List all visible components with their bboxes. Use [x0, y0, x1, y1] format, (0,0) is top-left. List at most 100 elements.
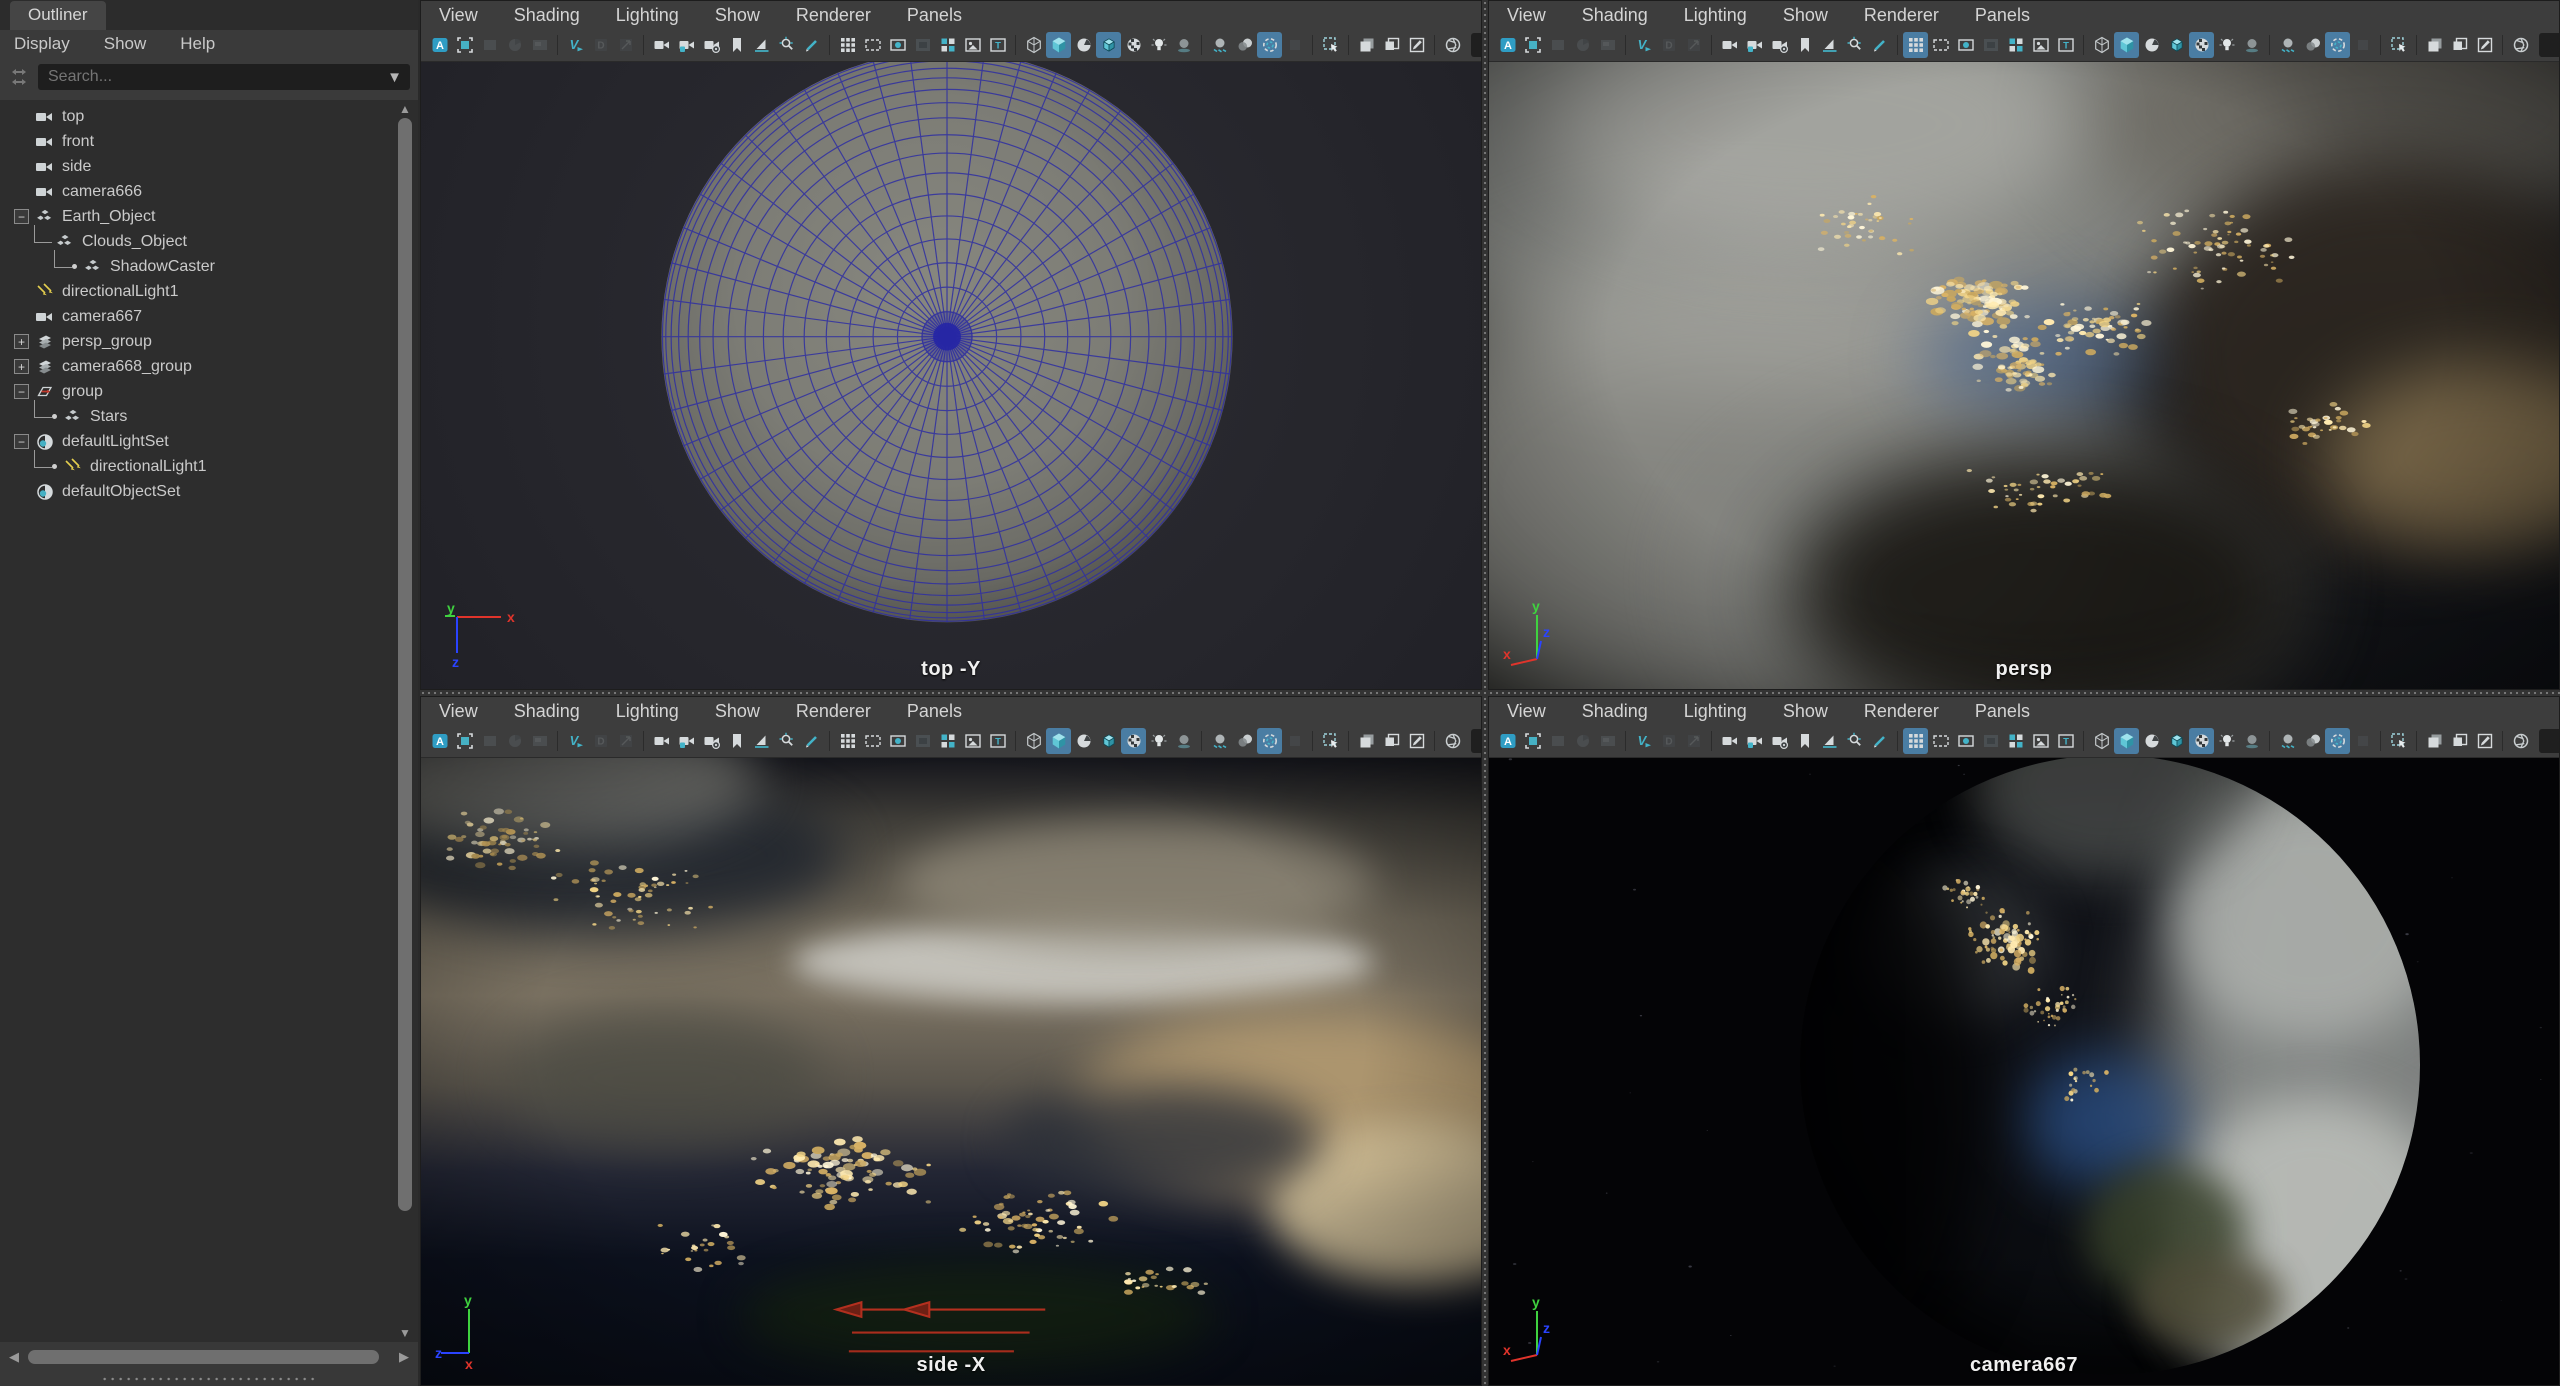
xray-active-icon[interactable]	[2472, 728, 2497, 754]
anti-aliasing-icon[interactable]	[2325, 728, 2350, 754]
tree-item-directionallight1[interactable]: directionalLight1	[0, 279, 392, 304]
dof-off-icon[interactable]	[1282, 728, 1307, 754]
xray-icon[interactable]	[2422, 728, 2447, 754]
anti-aliasing-icon[interactable]	[1257, 32, 1282, 58]
exposure-value-field[interactable]: 0.00	[1471, 729, 1481, 753]
tree-item-persp_group[interactable]: + persp_group	[0, 329, 392, 354]
smooth-shade-icon[interactable]	[2114, 32, 2139, 58]
safe-title-icon[interactable]: T	[985, 728, 1010, 754]
gate-mask-off-icon[interactable]	[502, 728, 527, 754]
dof-off-icon[interactable]	[2350, 728, 2375, 754]
tree-item-defaultlightset[interactable]: − defaultLightSet	[0, 429, 392, 454]
exposure-icon[interactable]	[2508, 728, 2533, 754]
lock-camera-icon[interactable]	[1742, 728, 1767, 754]
grease-pencil-icon[interactable]	[1867, 728, 1892, 754]
tree-item-camera666[interactable]: camera666	[0, 179, 392, 204]
xray-icon[interactable]	[1354, 728, 1379, 754]
lights-icon[interactable]	[1146, 728, 1171, 754]
safe-action-icon[interactable]	[960, 728, 985, 754]
viewport-menu-shading[interactable]: Shading	[514, 701, 580, 722]
expand-icon[interactable]: +	[14, 334, 29, 349]
viewport-menu-shading[interactable]: Shading	[1582, 5, 1648, 26]
viewport-menu-show[interactable]: Show	[715, 701, 760, 722]
viewport-menu-renderer[interactable]: Renderer	[796, 5, 871, 26]
dof-off-icon[interactable]	[2350, 32, 2375, 58]
viewport-canvas-persp[interactable]: y x z persp	[1489, 62, 2559, 689]
exposure-value-field[interactable]: 0.00	[2539, 729, 2559, 753]
motion-blur-icon[interactable]	[2300, 32, 2325, 58]
image-plane-icon[interactable]	[749, 32, 774, 58]
horizontal-scroll-thumb[interactable]	[28, 1350, 380, 1364]
panel-resize-grip[interactable]	[0, 1372, 418, 1386]
viewport-menu-view[interactable]: View	[1507, 5, 1546, 26]
search-field[interactable]: ▼	[38, 64, 410, 90]
motion-blur-icon[interactable]	[1232, 728, 1257, 754]
tree-item-side[interactable]: side	[0, 154, 392, 179]
wireframe-on-shaded-icon[interactable]	[2164, 728, 2189, 754]
dof-off-icon[interactable]	[1282, 32, 1307, 58]
select-camera-icon[interactable]	[649, 728, 674, 754]
viewport-menu-shading[interactable]: Shading	[1582, 701, 1648, 722]
viewport-canvas-side[interactable]: y z x side -X	[421, 758, 1481, 1385]
gate-mask2-icon[interactable]	[1978, 728, 2003, 754]
letter-d-off-icon[interactable]: D	[1656, 728, 1681, 754]
outliner-tab[interactable]: Outliner	[10, 1, 106, 30]
viewport-menu-panels[interactable]: Panels	[1975, 701, 2030, 722]
field-chart2-icon[interactable]	[2003, 728, 2028, 754]
grid-icon[interactable]	[835, 32, 860, 58]
film-gate-icon[interactable]	[1520, 728, 1545, 754]
gate-mask2-icon[interactable]	[910, 32, 935, 58]
outliner-menu-show[interactable]: Show	[104, 34, 147, 54]
ssao-icon[interactable]	[1207, 32, 1232, 58]
viewport-menu-lighting[interactable]: Lighting	[1684, 5, 1747, 26]
exposure-value-field[interactable]: 0.00	[2539, 33, 2559, 57]
bookmark-icon[interactable]	[724, 32, 749, 58]
image-plane-icon[interactable]	[749, 728, 774, 754]
shadows-icon[interactable]	[1171, 32, 1196, 58]
anti-aliasing-icon[interactable]	[2325, 32, 2350, 58]
motion-blur-icon[interactable]	[2300, 728, 2325, 754]
letter-a-icon[interactable]: A	[1495, 728, 1520, 754]
collapse-icon[interactable]: −	[14, 434, 29, 449]
viewport-menu-lighting[interactable]: Lighting	[616, 5, 679, 26]
outliner-horizontal-scrollbar[interactable]: ◀ ▶	[0, 1342, 418, 1372]
viewport-menu-renderer[interactable]: Renderer	[796, 701, 871, 722]
viewport-menu-view[interactable]: View	[1507, 701, 1546, 722]
safe-action-icon[interactable]	[960, 32, 985, 58]
viewport-canvas-camera667[interactable]: y x z camera667	[1489, 758, 2559, 1385]
textured-icon[interactable]	[1121, 728, 1146, 754]
gate-mask2-icon[interactable]	[910, 728, 935, 754]
ssao-icon[interactable]	[2275, 728, 2300, 754]
isolate-select-icon[interactable]	[1318, 728, 1343, 754]
safe-action-icon[interactable]	[2028, 728, 2053, 754]
wireframe-on-shaded-icon[interactable]	[1096, 32, 1121, 58]
wire-cube-icon[interactable]	[1021, 32, 1046, 58]
res-gate2-icon[interactable]	[885, 728, 910, 754]
safe-action-icon[interactable]	[2028, 32, 2053, 58]
gate-mask2-icon[interactable]	[1978, 32, 2003, 58]
isolate-select-icon[interactable]	[2386, 32, 2411, 58]
tree-item-camera667[interactable]: camera667	[0, 304, 392, 329]
filter-icon[interactable]	[6, 65, 32, 89]
pan-zoom-icon[interactable]	[1842, 728, 1867, 754]
xray-joints-icon[interactable]	[1379, 728, 1404, 754]
viewport-menu-panels[interactable]: Panels	[1975, 5, 2030, 26]
vray-icon[interactable]: V	[1631, 32, 1656, 58]
gate-mask-off-icon[interactable]	[1570, 32, 1595, 58]
viewport-menu-panels[interactable]: Panels	[907, 701, 962, 722]
motion-blur-icon[interactable]	[1232, 32, 1257, 58]
lights-icon[interactable]	[1146, 32, 1171, 58]
gate-mask-off-icon[interactable]	[1570, 728, 1595, 754]
field-chart2-icon[interactable]	[2003, 32, 2028, 58]
viewport-menu-show[interactable]: Show	[715, 5, 760, 26]
bookmark-icon[interactable]	[1792, 32, 1817, 58]
res-gate-off-icon[interactable]	[1545, 32, 1570, 58]
default-mat-icon[interactable]	[2139, 32, 2164, 58]
viewport-menu-lighting[interactable]: Lighting	[1684, 701, 1747, 722]
select-camera-icon[interactable]	[1717, 32, 1742, 58]
directional-light-manipulator[interactable]	[803, 1297, 1079, 1360]
wireframe-on-shaded-icon[interactable]	[1096, 728, 1121, 754]
res-gate-off-icon[interactable]	[1545, 728, 1570, 754]
res-gate2-icon[interactable]	[1953, 32, 1978, 58]
viewport-menu-shading[interactable]: Shading	[514, 5, 580, 26]
